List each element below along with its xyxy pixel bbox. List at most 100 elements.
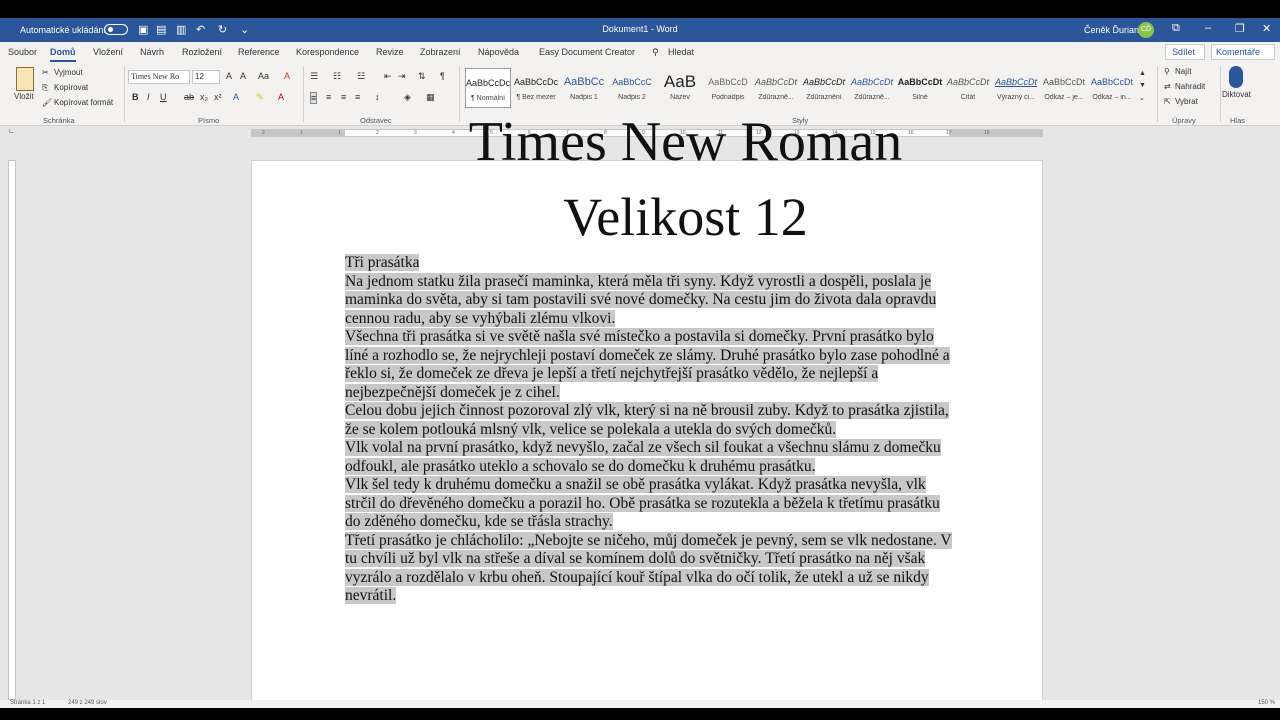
align-right-icon[interactable]: ≡ xyxy=(341,92,346,102)
style-emphasis[interactable]: AaBbCcDt Zdůraznění xyxy=(801,68,847,108)
style-strong[interactable]: AaBbCcDt Silné xyxy=(897,68,943,108)
italic-icon[interactable]: I xyxy=(147,92,150,102)
tab-korespondence[interactable]: Korespondence xyxy=(296,47,359,57)
tab-reference[interactable]: Reference xyxy=(238,47,280,57)
format-painter-button[interactable]: Kopírovat formát xyxy=(54,98,113,107)
highlight-icon[interactable]: ✎ xyxy=(256,92,264,103)
cut-button[interactable]: Vyjmout xyxy=(54,68,83,77)
justify-icon[interactable]: ≡ xyxy=(355,92,360,102)
align-left-icon[interactable]: ≡ xyxy=(310,92,318,104)
tab-rozlozeni[interactable]: Rozložení xyxy=(182,47,222,57)
title-bar: Automatické ukládání ▣ ▤ ▥ ↶ ↻ ⌄ Dokumen… xyxy=(0,18,1280,42)
styles-scroll-up-icon[interactable]: ▲ xyxy=(1139,70,1146,77)
dictate-button[interactable]: Diktovat xyxy=(1222,90,1251,99)
close-icon[interactable]: ✕ xyxy=(1262,22,1271,35)
style-heading-2[interactable]: AaBbCcC Nadpis 2 xyxy=(609,68,655,108)
select-icon[interactable]: ⇱ xyxy=(1164,97,1171,106)
superscript-icon[interactable]: x² xyxy=(214,92,222,102)
restore-icon[interactable]: ❐ xyxy=(1235,22,1245,35)
shrink-font-icon[interactable]: A xyxy=(240,71,246,81)
avatar[interactable]: CĎ xyxy=(1138,22,1154,38)
tab-easy-document-creator[interactable]: Easy Document Creator xyxy=(539,47,635,57)
numbering-icon[interactable]: ☷ xyxy=(333,71,341,82)
tab-napoveda[interactable]: Nápověda xyxy=(478,47,519,57)
font-size-select[interactable]: 12 xyxy=(192,70,220,84)
tab-selector-icon[interactable]: ∟ xyxy=(8,128,16,136)
tab-zobrazeni[interactable]: Zobrazení xyxy=(420,47,461,57)
select-button[interactable]: Vybrat xyxy=(1175,97,1198,106)
font-name-select[interactable]: Times New Ro xyxy=(128,70,190,84)
paragraph: Třetí prasátko je chlácholilo: „Nebojte … xyxy=(345,531,955,606)
clear-formatting-icon[interactable]: A xyxy=(284,71,290,81)
minimize-icon[interactable]: – xyxy=(1205,22,1211,34)
style-intense-emphasis[interactable]: AaBbCcDt Zdůrazně... xyxy=(849,68,895,108)
bullets-icon[interactable]: ☰ xyxy=(310,71,318,82)
microphone-icon[interactable] xyxy=(1229,66,1243,88)
font-color-icon[interactable]: A xyxy=(278,92,284,102)
style-subtitle[interactable]: AaBbCcD Podnadpis xyxy=(705,68,751,108)
document-body[interactable]: Tři prasátka Na jednom statku žila prase… xyxy=(345,254,955,606)
subscript-icon[interactable]: x₂ xyxy=(200,92,208,102)
style-sample: AaBbCcDt xyxy=(946,77,990,87)
copy-button[interactable]: Kopírovat xyxy=(54,83,88,92)
bold-icon[interactable]: B xyxy=(132,92,139,102)
increase-indent-icon[interactable]: ⇥ xyxy=(398,71,406,82)
style-subtle-reference[interactable]: AaBbCcDt Odkaz – je... xyxy=(1041,68,1087,108)
ribbon-display-icon[interactable]: ⧉ xyxy=(1172,22,1180,35)
style-sample: AaBbCcDt xyxy=(1042,77,1086,87)
shading-icon[interactable]: ◈ xyxy=(404,92,411,103)
search-icon[interactable]: ⚲ xyxy=(652,47,659,58)
find-icon[interactable]: ⚲ xyxy=(1164,67,1170,76)
borders-icon[interactable]: ▦ xyxy=(426,92,435,103)
replace-button[interactable]: Nahradit xyxy=(1175,82,1205,91)
paste-icon[interactable] xyxy=(16,67,34,91)
share-button[interactable]: Sdílet xyxy=(1165,44,1205,60)
underline-icon[interactable]: U xyxy=(160,92,167,102)
style-intense-reference[interactable]: AaBbCcDt Odkaz – in... xyxy=(1089,68,1135,108)
tab-navrh[interactable]: Návrh xyxy=(140,47,164,57)
vertical-ruler[interactable] xyxy=(8,160,16,700)
style-subtle-emphasis[interactable]: AaBbCcDt Zdůrazně... xyxy=(753,68,799,108)
replace-icon[interactable]: ⇄ xyxy=(1164,82,1171,91)
text-effects-icon[interactable]: A xyxy=(233,92,239,102)
style-name: Zdůrazně... xyxy=(758,94,794,101)
tab-hledat[interactable]: Hledat xyxy=(668,47,694,57)
word-count[interactable]: 249 z 249 slov xyxy=(68,700,107,706)
style-sample: AaBbCcDt xyxy=(1090,77,1134,87)
styles-scroll-down-icon[interactable]: ▼ xyxy=(1139,82,1146,89)
styles-more-icon[interactable]: ⌄ xyxy=(1139,94,1145,102)
style-normal[interactable]: AaBbCcDc ¶ Normální xyxy=(465,68,511,108)
format-painter-icon[interactable]: 🖌 xyxy=(42,98,52,107)
style-sample: AaBbCcDc xyxy=(513,77,558,87)
sort-icon[interactable]: ⇅ xyxy=(418,71,426,82)
paragraph-text: Tři prasátka xyxy=(345,254,420,271)
tab-domu[interactable]: Domů xyxy=(50,47,76,62)
grow-font-icon[interactable]: A xyxy=(226,71,232,81)
copy-icon[interactable]: ⎘ xyxy=(42,83,48,93)
tab-soubor[interactable]: Soubor xyxy=(8,47,37,57)
style-sample: AaBbCc xyxy=(563,76,605,88)
style-sample: AaBbCcC xyxy=(612,77,652,87)
style-quote[interactable]: AaBbCcDt Citát xyxy=(945,68,991,108)
editing-group-label: Úpravy xyxy=(1172,116,1196,125)
comments-button[interactable]: Komentáře xyxy=(1211,44,1275,60)
line-spacing-icon[interactable]: ↕ xyxy=(375,92,380,102)
tab-vlozeni[interactable]: Vložení xyxy=(93,47,123,57)
change-case-icon[interactable]: Aa xyxy=(258,71,269,81)
style-intense-quote[interactable]: AaBbCcDt Výrazný ci... xyxy=(993,68,1039,108)
multilevel-list-icon[interactable]: ☳ xyxy=(357,71,365,82)
pilcrow-icon[interactable]: ¶ xyxy=(440,71,445,81)
zoom-level[interactable]: 150 % xyxy=(1258,700,1275,706)
strikethrough-icon[interactable]: ab xyxy=(184,92,194,102)
style-no-spacing[interactable]: AaBbCcDc ¶ Bez mezer xyxy=(513,68,559,108)
cut-icon[interactable]: ✂ xyxy=(42,68,49,77)
align-center-icon[interactable]: ≡ xyxy=(326,92,331,102)
style-heading-1[interactable]: AaBbCc Nadpis 1 xyxy=(561,68,607,108)
style-title[interactable]: AaB Název xyxy=(657,68,703,108)
tab-revize[interactable]: Revize xyxy=(376,47,404,57)
page-count[interactable]: Stránka 1 z 1 xyxy=(10,700,45,706)
paste-button[interactable]: Vložit xyxy=(14,92,34,101)
user-name[interactable]: Čeněk Ďurian xyxy=(1084,25,1139,35)
decrease-indent-icon[interactable]: ⇤ xyxy=(384,71,392,82)
find-button[interactable]: Najít xyxy=(1175,67,1191,76)
